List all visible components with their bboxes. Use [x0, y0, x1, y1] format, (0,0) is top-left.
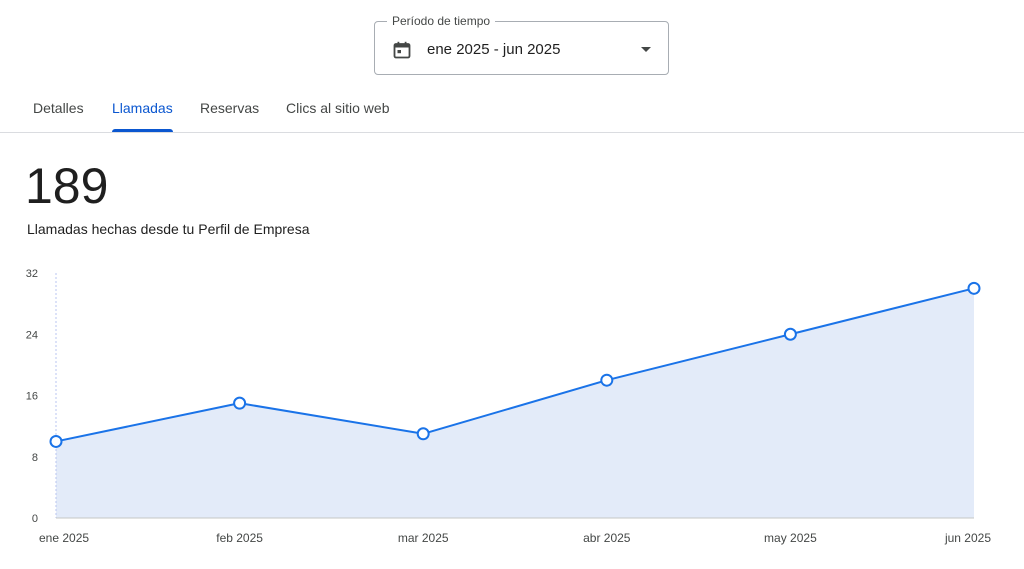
y-tick-label: 8	[32, 452, 38, 464]
tab-clics-sitio-web[interactable]: Clics al sitio web	[286, 84, 389, 132]
x-tick-label: mar 2025	[398, 531, 449, 545]
arrow-drop-down-icon	[641, 47, 651, 52]
data-point	[49, 434, 63, 448]
business-profile-performance: Período de tiempo ene 2025 - jun 2025 De…	[0, 0, 1024, 569]
x-tick-label: jun 2025	[944, 531, 991, 545]
calls-chart: 0 8 16 24 32 ene 2025 feb 2025 mar 2025 abr 2025…	[26, 268, 992, 545]
metric-value: 189	[25, 158, 109, 214]
period-value: ene 2025 - jun 2025	[427, 41, 561, 58]
y-tick-label: 16	[26, 391, 38, 403]
x-tick-label: ene 2025	[39, 531, 89, 545]
y-tick-label: 24	[26, 329, 38, 341]
tab-label: Clics al sitio web	[286, 100, 390, 116]
data-point	[967, 281, 981, 295]
tab-label: Reservas	[200, 100, 260, 116]
data-point	[233, 396, 247, 410]
tab-llamadas[interactable]: Llamadas	[112, 84, 173, 132]
active-tab-indicator	[112, 129, 173, 132]
data-point	[416, 427, 430, 441]
x-tick-label: feb 2025	[216, 531, 263, 545]
tab-detalles[interactable]: Detalles	[33, 84, 84, 132]
y-tick-label: 0	[32, 513, 38, 525]
period-selector[interactable]: Período de tiempo ene 2025 - jun 2025	[374, 13, 669, 75]
calendar-icon	[393, 41, 411, 59]
tab-label: Detalles	[33, 100, 84, 116]
metric-caption: Llamadas hechas desde tu Perfil de Empre…	[27, 221, 310, 237]
tab-reservas[interactable]: Reservas	[200, 84, 259, 132]
data-point	[600, 373, 614, 387]
tab-label: Llamadas	[112, 100, 173, 116]
y-tick-label: 32	[26, 268, 38, 280]
period-label: Período de tiempo	[387, 13, 496, 29]
tab-bar: Detalles Llamadas Reservas Clics al siti…	[0, 84, 1024, 133]
data-point	[783, 327, 797, 341]
x-tick-label: may 2025	[764, 531, 817, 545]
x-tick-label: abr 2025	[583, 531, 631, 545]
